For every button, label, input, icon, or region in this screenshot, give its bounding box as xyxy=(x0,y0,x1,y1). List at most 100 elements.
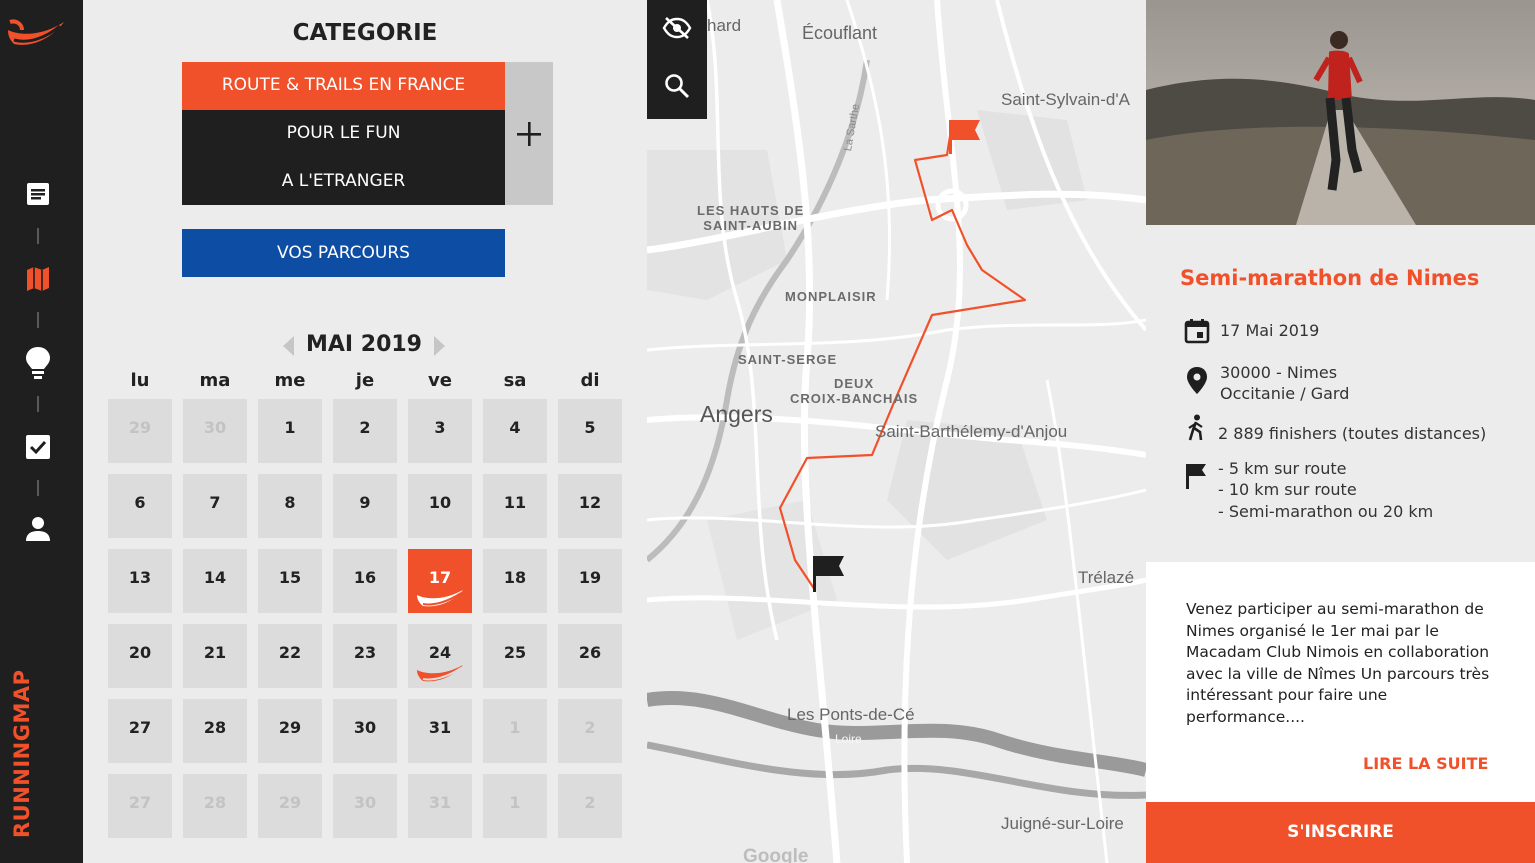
calendar-day[interactable]: 5 xyxy=(558,399,622,463)
event-marker-icon xyxy=(415,662,465,688)
month-navigator: MAI 2019 xyxy=(283,330,445,362)
route-map[interactable]: hard Écouflant Saint-Sylvain-d'A LES HAU… xyxy=(647,0,1146,863)
map-label-saint-barthelemy: Saint-Barthélemy-d'Anjou xyxy=(875,422,1068,441)
read-more-link[interactable]: LIRE LA SUITE xyxy=(1363,754,1488,773)
next-month-arrow-icon[interactable] xyxy=(434,336,445,356)
calendar-day[interactable]: 24 xyxy=(408,624,472,688)
map-label-hauts-saint-aubin: LES HAUTS DE SAINT-AUBIN xyxy=(697,203,805,233)
calendar-day[interactable]: 17 xyxy=(408,549,472,613)
calendar-day-number: 21 xyxy=(203,643,227,662)
weekday-label: sa xyxy=(503,370,527,391)
calendar-day-number: 17 xyxy=(428,568,452,587)
calendar-day[interactable]: 16 xyxy=(333,549,397,613)
calendar-day[interactable]: 30 xyxy=(183,399,247,463)
calendar-day[interactable]: 26 xyxy=(558,624,622,688)
calendar-day[interactable]: 2 xyxy=(558,774,622,838)
nav-separator xyxy=(37,396,39,412)
calendar-day[interactable]: 1 xyxy=(258,399,322,463)
logo-icon[interactable] xyxy=(6,16,66,56)
calendar-day-number: 27 xyxy=(128,793,152,812)
calendar-day[interactable]: 10 xyxy=(408,474,472,538)
calendar-day[interactable]: 31 xyxy=(408,699,472,763)
calendar-day[interactable]: 18 xyxy=(483,549,547,613)
calendar-day-number: 13 xyxy=(128,568,152,587)
calendar-day[interactable]: 30 xyxy=(333,699,397,763)
prev-month-arrow-icon[interactable] xyxy=(283,336,294,356)
my-routes-button[interactable]: VOS PARCOURS xyxy=(182,229,505,277)
race-finishers: 2 889 finishers (toutes distances) xyxy=(1218,424,1487,443)
calendar-day[interactable]: 1 xyxy=(483,774,547,838)
calendar-day[interactable]: 27 xyxy=(108,774,172,838)
calendar-day-number: 28 xyxy=(203,718,227,737)
calendar-day[interactable]: 29 xyxy=(258,774,322,838)
map-label-saint-sylvain: Saint-Sylvain-d'A xyxy=(1001,90,1130,109)
calendar-day-number: 30 xyxy=(203,418,227,437)
calendar-day[interactable]: 25 xyxy=(483,624,547,688)
calendar-day[interactable]: 29 xyxy=(258,699,322,763)
calendar-day[interactable]: 22 xyxy=(258,624,322,688)
nav-separator xyxy=(37,312,39,328)
calendar-day[interactable]: 28 xyxy=(183,774,247,838)
race-photo xyxy=(1146,0,1535,225)
calendar-day[interactable]: 2 xyxy=(558,699,622,763)
calendar-day[interactable]: 3 xyxy=(408,399,472,463)
calendar-day-number: 2 xyxy=(359,418,371,437)
filter-panel: CATEGORIE ROUTE & TRAILS EN FRANCE POUR … xyxy=(83,0,647,863)
brand-name: RUNNINGMAP xyxy=(10,669,34,838)
nav-map-button[interactable] xyxy=(21,262,55,296)
calendar-day[interactable]: 23 xyxy=(333,624,397,688)
calendar-day[interactable]: 31 xyxy=(408,774,472,838)
calendar-day[interactable]: 4 xyxy=(483,399,547,463)
weekday-label: di xyxy=(580,370,600,391)
calendar-day[interactable]: 21 xyxy=(183,624,247,688)
nav-article-button[interactable] xyxy=(21,177,55,211)
calendar-day-number: 1 xyxy=(284,418,296,437)
map-label-juigne: Juigné-sur-Loire xyxy=(1001,814,1124,833)
add-category-button[interactable] xyxy=(505,62,553,205)
calendar-day-number: 3 xyxy=(434,418,446,437)
nav-profile-button[interactable] xyxy=(21,512,55,546)
nav-tips-button[interactable] xyxy=(21,346,55,380)
calendar-day[interactable]: 30 xyxy=(333,774,397,838)
category-item-route-trails[interactable]: ROUTE & TRAILS EN FRANCE xyxy=(182,62,505,110)
map-search-button[interactable] xyxy=(659,68,695,104)
calendar-day[interactable]: 29 xyxy=(108,399,172,463)
calendar-day[interactable]: 12 xyxy=(558,474,622,538)
register-button[interactable]: S'INSCRIRE xyxy=(1146,802,1535,863)
checkbox-icon xyxy=(26,435,50,459)
calendar-day-number: 2 xyxy=(584,793,596,812)
weekday-label: ma xyxy=(199,370,231,391)
calendar-day-number: 16 xyxy=(353,568,377,587)
calendar-day-number: 29 xyxy=(128,418,152,437)
calendar-day-number: 10 xyxy=(428,493,452,512)
category-item-fun[interactable]: POUR LE FUN xyxy=(182,110,505,158)
calendar-day[interactable]: 9 xyxy=(333,474,397,538)
calendar-day[interactable]: 2 xyxy=(333,399,397,463)
nav-checklist-button[interactable] xyxy=(21,430,55,464)
calendar-day[interactable]: 8 xyxy=(258,474,322,538)
calendar-day-number: 20 xyxy=(128,643,152,662)
calendar-day[interactable]: 15 xyxy=(258,549,322,613)
calendar-day[interactable]: 13 xyxy=(108,549,172,613)
calendar-day-number: 11 xyxy=(503,493,527,512)
calendar-day-number: 7 xyxy=(209,493,221,512)
hide-route-button[interactable] xyxy=(659,10,695,46)
calendar-day-number: 22 xyxy=(278,643,302,662)
calendar-day[interactable]: 11 xyxy=(483,474,547,538)
weekday-label: lu xyxy=(130,370,150,391)
calendar-day[interactable]: 6 xyxy=(108,474,172,538)
calendar-day-number: 30 xyxy=(353,793,377,812)
calendar-day[interactable]: 1 xyxy=(483,699,547,763)
plus-icon xyxy=(517,121,541,146)
calendar-day[interactable]: 27 xyxy=(108,699,172,763)
calendar-day[interactable]: 28 xyxy=(183,699,247,763)
map-label-ecouflant: Écouflant xyxy=(802,23,878,43)
calendar-day-number: 1 xyxy=(509,718,521,737)
calendar-day[interactable]: 14 xyxy=(183,549,247,613)
calendar-day-number: 26 xyxy=(578,643,602,662)
calendar-day[interactable]: 7 xyxy=(183,474,247,538)
calendar-day[interactable]: 20 xyxy=(108,624,172,688)
flag-icon xyxy=(1186,464,1206,489)
category-item-abroad[interactable]: A L'ETRANGER xyxy=(182,158,505,206)
calendar-day[interactable]: 19 xyxy=(558,549,622,613)
